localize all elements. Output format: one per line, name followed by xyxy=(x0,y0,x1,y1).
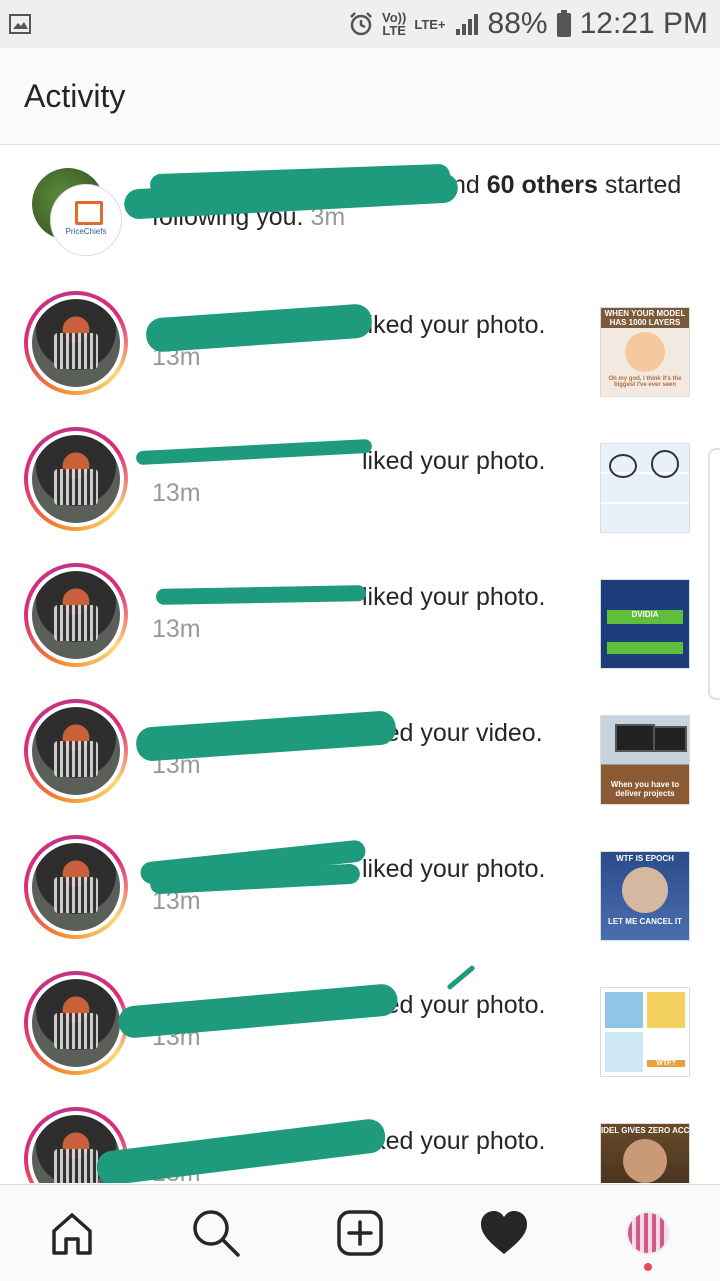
post-thumbnail[interactable] xyxy=(600,443,690,533)
post-thumbnail[interactable]: IDEL GIVES ZERO ACC xyxy=(600,1123,690,1183)
thumbnail-caption: LET ME CANCEL IT xyxy=(607,917,683,926)
app-header: Activity xyxy=(0,48,720,145)
battery-icon xyxy=(556,10,571,37)
story-avatar[interactable] xyxy=(24,699,128,803)
battery-percent: 88% xyxy=(487,7,548,40)
thumbnail-monitor xyxy=(615,724,655,752)
clock-time: 12:21 PM xyxy=(579,7,708,40)
thumbnail-panel xyxy=(647,992,685,1028)
list-item[interactable]: liked your photo. 13m IDEL GIVES ZERO AC… xyxy=(0,1107,720,1183)
thumbnail-face xyxy=(651,450,679,478)
home-icon xyxy=(52,1213,92,1255)
list-item[interactable]: liked your photo. 13m WHEN YOUR MODEL HA… xyxy=(0,291,720,427)
activity-list[interactable]: PriceChiefs nd 60 others started followi… xyxy=(0,145,720,1183)
thumbnail-face xyxy=(609,454,637,478)
list-item[interactable]: liked your photo. 13m xyxy=(0,427,720,563)
thumbnail-caption: When you have to deliver projects xyxy=(610,780,680,798)
bottom-nav xyxy=(0,1184,720,1281)
list-item[interactable]: liked your video. 13m When you have to d… xyxy=(0,699,720,835)
post-thumbnail[interactable]: WTF IS EPOCH LET ME CANCEL IT xyxy=(600,851,690,941)
page-title: Activity xyxy=(24,78,126,114)
add-post-icon xyxy=(337,1210,383,1256)
signal-icon xyxy=(455,14,478,35)
thumbnail-caption: WTF IS EPOCH xyxy=(616,854,674,863)
lte-indicator: LTE+ xyxy=(414,16,446,32)
story-avatar[interactable] xyxy=(24,427,128,531)
post-thumbnail[interactable]: When you have to deliver projects xyxy=(600,715,690,805)
avatar[interactable]: PriceChiefs xyxy=(50,184,122,256)
volte-indicator: Vo)) LTE xyxy=(382,10,407,38)
alarm-icon xyxy=(350,12,372,36)
nav-profile[interactable] xyxy=(620,1205,676,1261)
list-item[interactable]: liked your photo. 13m DVIDIA xyxy=(0,563,720,699)
thumbnail-face xyxy=(622,867,668,913)
status-bar: Vo)) LTE LTE+ 88% 12:21 PM xyxy=(0,0,720,48)
nav-new-post[interactable] xyxy=(332,1205,388,1261)
nav-search[interactable] xyxy=(188,1205,244,1261)
thumbnail-face xyxy=(625,332,665,372)
profile-avatar xyxy=(626,1211,670,1255)
nav-home[interactable] xyxy=(44,1205,100,1261)
post-thumbnail[interactable]: WTF? xyxy=(600,987,690,1077)
story-avatar[interactable] xyxy=(24,835,128,939)
list-item[interactable]: liked your photo. 13m WTF? xyxy=(0,964,720,1107)
thumbnail-monitor xyxy=(653,726,687,752)
thumbnail-caption: WTF? xyxy=(647,1060,685,1067)
thumbnail-caption: Oh my god, I think it's the biggest I've… xyxy=(608,376,682,388)
post-thumbnail[interactable]: DVIDIA xyxy=(600,579,690,669)
story-avatar[interactable] xyxy=(24,563,128,667)
list-item[interactable]: liked your photo. 13m WTF IS EPOCH LET M… xyxy=(0,835,720,971)
notification-dot xyxy=(644,1263,652,1271)
thumbnail-panel xyxy=(605,992,643,1028)
heart-icon xyxy=(481,1211,527,1254)
story-avatar[interactable] xyxy=(24,971,128,1075)
thumbnail-panel xyxy=(605,1032,643,1072)
thumbnail-caption: WHEN YOUR MODEL HAS 1000 LAYERS xyxy=(601,308,689,328)
post-thumbnail[interactable]: WHEN YOUR MODEL HAS 1000 LAYERS Oh my go… xyxy=(600,307,690,397)
list-item[interactable]: PriceChiefs nd 60 others started followi… xyxy=(0,157,720,293)
thumbnail-caption: IDEL GIVES ZERO ACC xyxy=(601,1126,690,1135)
thumbnail-gpu-box: DVIDIA xyxy=(607,610,683,624)
story-avatar[interactable] xyxy=(24,291,128,395)
nav-activity[interactable] xyxy=(476,1205,532,1261)
thumbnail-face xyxy=(623,1139,667,1183)
price-chiefs-logo-icon xyxy=(75,201,103,225)
avatar-logo-text: PriceChiefs xyxy=(65,227,107,236)
search-icon xyxy=(193,1210,240,1257)
thumbnail-gpu-box xyxy=(607,642,683,654)
gallery-icon xyxy=(9,14,31,34)
scrollbar[interactable] xyxy=(708,448,720,700)
